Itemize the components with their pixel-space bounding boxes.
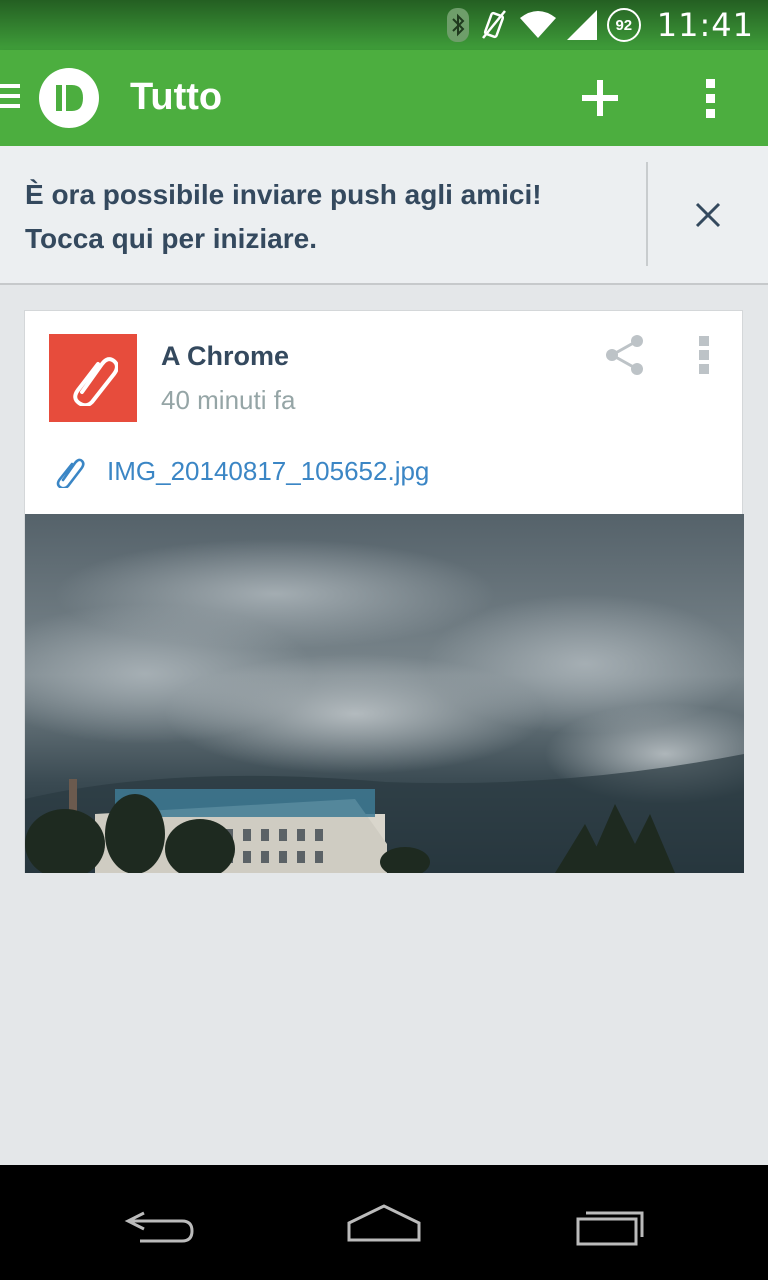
- recents-icon[interactable]: [574, 1207, 646, 1247]
- invite-banner[interactable]: È ora possibile inviare push agli amici!…: [0, 146, 768, 285]
- attachment-image[interactable]: [25, 514, 744, 873]
- vibrate-off-icon: [481, 10, 506, 39]
- page-title: Tutto: [130, 76, 223, 118]
- card-timestamp: 40 minuti fa: [161, 385, 296, 415]
- signal-icon: [566, 10, 597, 40]
- attachment-row[interactable]: IMG_20140817_105652.jpg: [55, 451, 429, 491]
- add-icon[interactable]: [578, 76, 622, 120]
- share-icon[interactable]: [603, 333, 647, 377]
- attachment-icon: [56, 458, 85, 488]
- status-time: 11:41: [656, 6, 754, 44]
- attachment-link[interactable]: IMG_20140817_105652.jpg: [107, 456, 429, 487]
- status-icons: 92 11:41: [446, 6, 754, 44]
- banner-line-2: Tocca qui per iniziare.: [25, 223, 318, 254]
- paperclip-badge-icon: [49, 334, 137, 422]
- card-title: A Chrome: [161, 341, 290, 371]
- card-overflow-icon[interactable]: [693, 333, 715, 377]
- overflow-icon[interactable]: [696, 76, 726, 120]
- menu-icon[interactable]: [0, 84, 20, 112]
- status-bar: 92 11:41: [0, 0, 768, 50]
- bluetooth-icon: [446, 8, 469, 42]
- app-bar: Tutto: [0, 50, 768, 146]
- back-icon[interactable]: [124, 1205, 196, 1245]
- pushbullet-logo[interactable]: [39, 68, 99, 128]
- close-icon[interactable]: [694, 201, 722, 229]
- home-icon[interactable]: [346, 1203, 422, 1243]
- navigation-bar: [0, 1165, 768, 1280]
- banner-text: È ora possibile inviare push agli amici!…: [25, 173, 615, 261]
- banner-line-1: È ora possibile inviare push agli amici!: [25, 179, 542, 210]
- banner-divider: [646, 162, 648, 266]
- push-card[interactable]: A Chrome 40 minuti fa IMG_20140817_10565…: [24, 310, 744, 873]
- wifi-icon: [519, 11, 556, 38]
- battery-icon: 92: [606, 8, 641, 42]
- battery-level: 92: [615, 16, 633, 34]
